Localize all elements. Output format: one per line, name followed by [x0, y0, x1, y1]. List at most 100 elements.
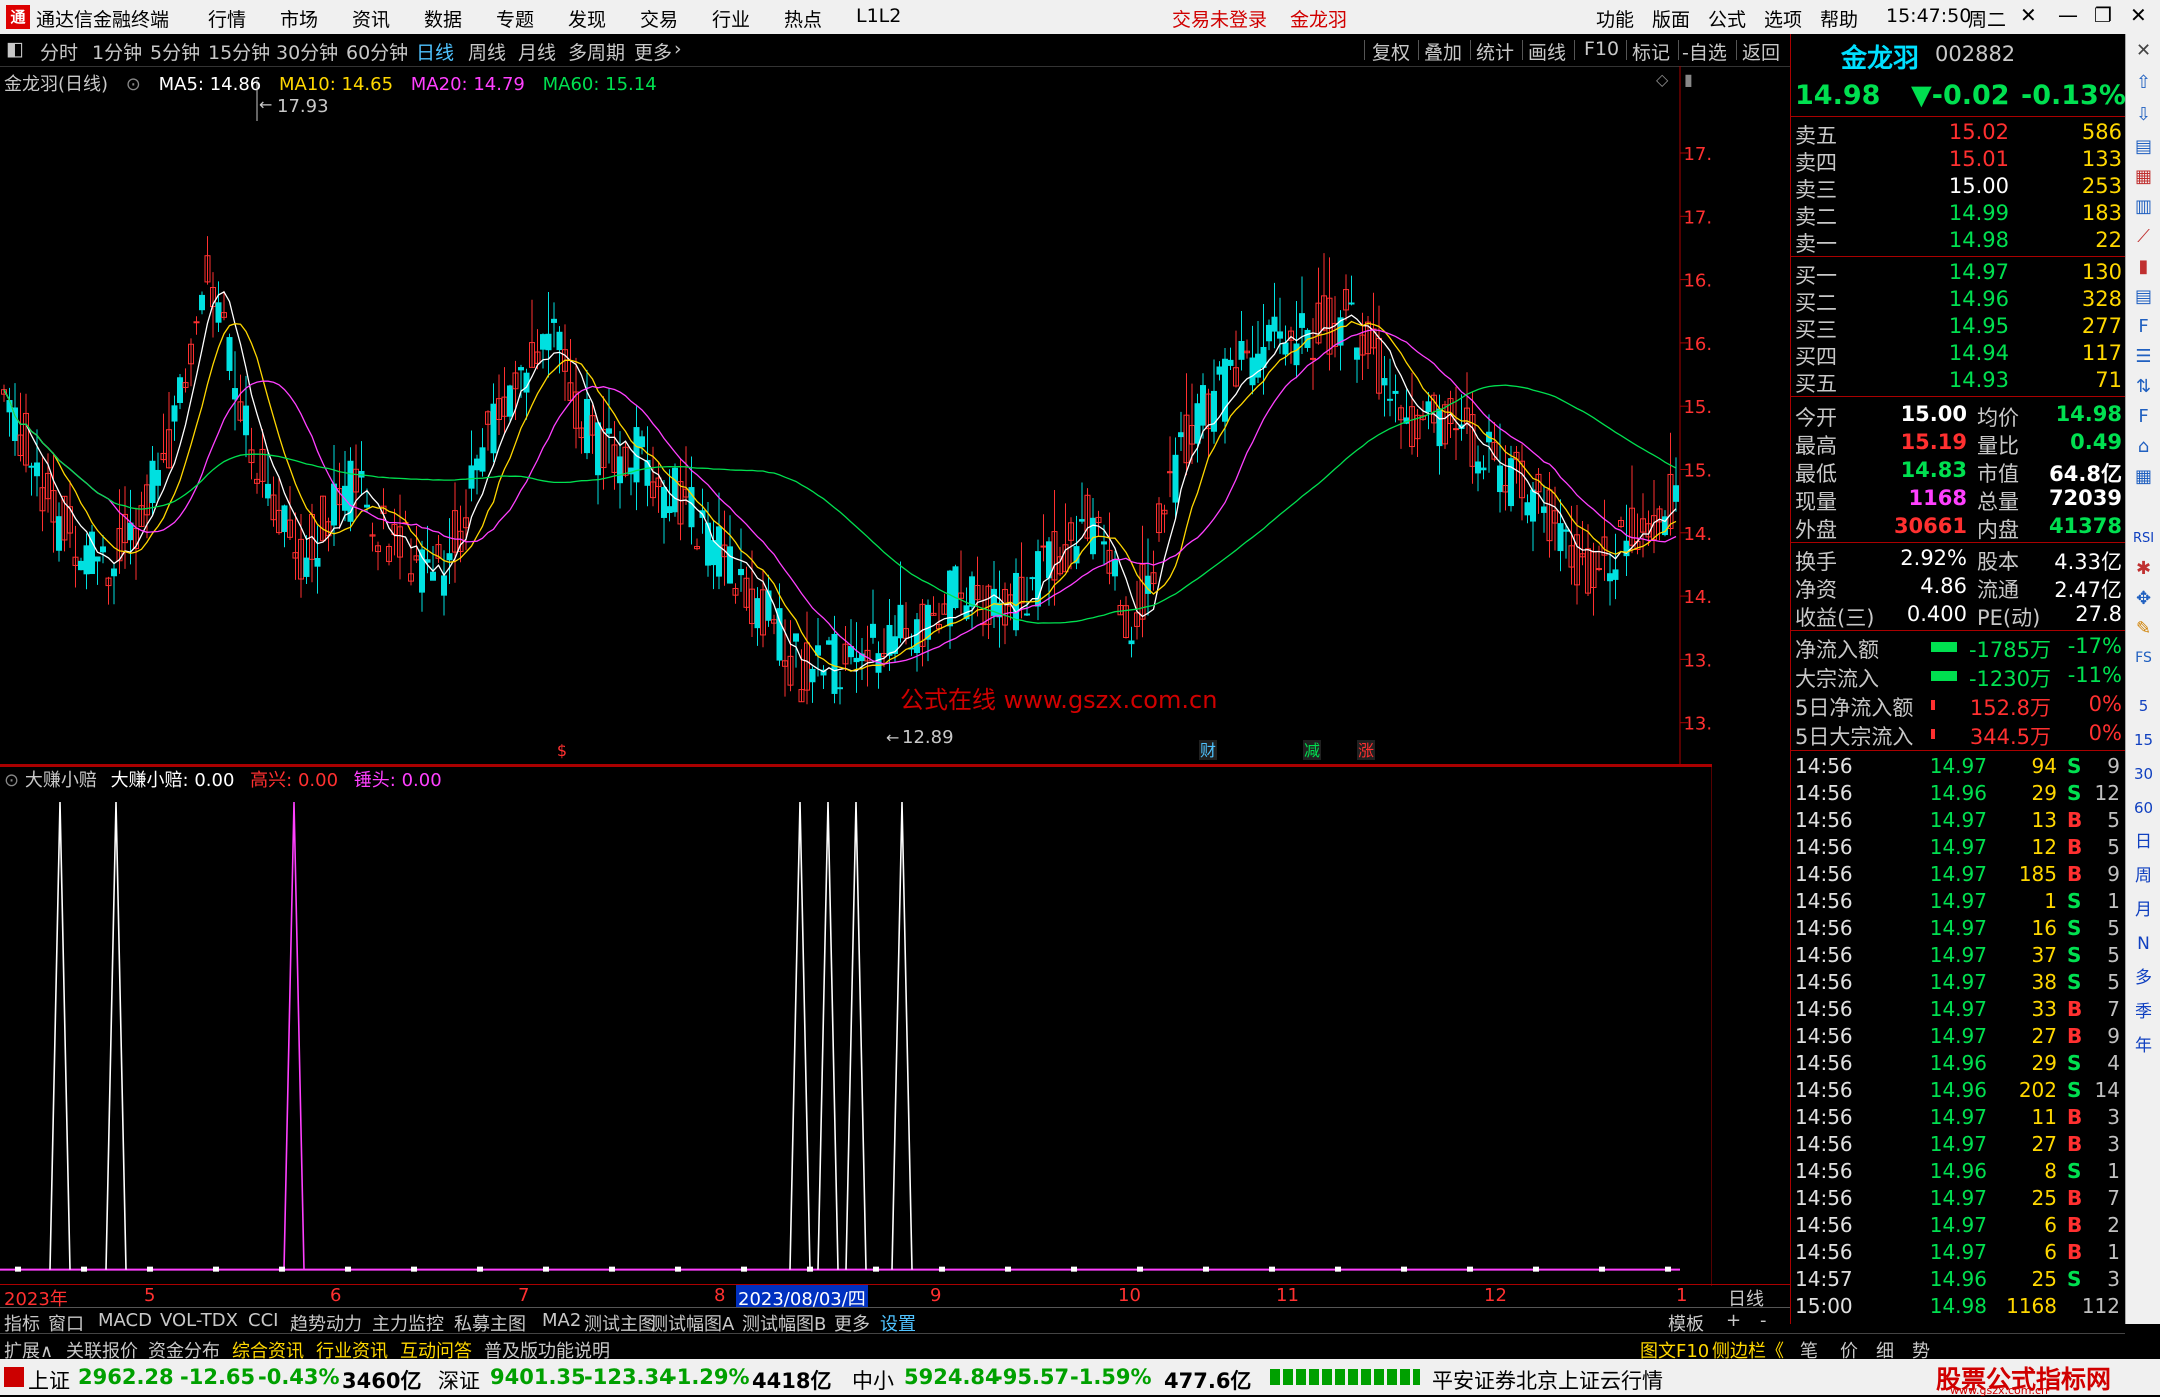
event-marker[interactable]: $ [557, 741, 567, 760]
login-status[interactable]: 交易未登录 [1172, 5, 1267, 32]
book-icon[interactable]: ▤ [2131, 134, 2156, 159]
chart-icon[interactable]: ▦ [2131, 164, 2156, 189]
restore-icon[interactable]: ❐ [2094, 3, 2112, 27]
indicator-chart[interactable]: ⊙ 大赚小赔 大赚小赔: 0.00 高兴: 0.00 锤头: 0.00 1.00… [0, 766, 1712, 1286]
menu-item[interactable]: 发现 [568, 5, 606, 32]
menu-layout[interactable]: 版面 [1652, 5, 1690, 32]
tick-row[interactable]: 14:56 14.97 16 S 5 [1791, 916, 2126, 943]
indicator-tab[interactable]: VOL-TDX [160, 1310, 238, 1331]
tool-watchlist[interactable]: -自选 [1682, 38, 1727, 65]
menu-item[interactable]: 资讯 [352, 5, 390, 32]
tool-f10[interactable]: F10 [1584, 38, 1619, 60]
tick-row[interactable]: 14:56 14.97 185 B 9 [1791, 862, 2126, 889]
menu-item[interactable]: 热点 [784, 5, 822, 32]
f10-icon[interactable]: F [2131, 314, 2156, 339]
tool-stats[interactable]: 统计 [1476, 38, 1514, 65]
bar-icon[interactable]: ▮ [2131, 254, 2156, 279]
ask-row[interactable]: 卖二 14.99 183 [1791, 201, 2126, 230]
tick-row[interactable]: 14:56 14.96 29 S 12 [1791, 781, 2126, 808]
period-daily[interactable]: 日线 [416, 38, 454, 65]
home-icon[interactable]: ⌂ [2131, 434, 2156, 459]
period-n-icon[interactable]: N [2131, 932, 2156, 957]
period-1min[interactable]: 1分钟 [92, 38, 142, 65]
ask-row[interactable]: 卖五 15.02 586 [1791, 120, 2126, 149]
tick-row[interactable]: 14:56 14.97 6 B 1 [1791, 1240, 2126, 1267]
period-month-icon[interactable]: 月 [2131, 898, 2156, 923]
up-icon[interactable]: ⇧ [2131, 70, 2156, 95]
sz-index-name[interactable]: 深证 [438, 1365, 480, 1395]
tick-row[interactable]: 14:56 14.97 37 S 5 [1791, 943, 2126, 970]
sh-index-name[interactable]: 上证 [28, 1365, 70, 1395]
ask-row[interactable]: 卖三 15.00 253 [1791, 174, 2126, 203]
tool-draw[interactable]: 画线 [1528, 38, 1566, 65]
bid-row[interactable]: 买一 14.97 130 [1791, 260, 2126, 289]
period-60min[interactable]: 60分钟 [346, 38, 408, 65]
tick-row[interactable]: 14:56 14.96 29 S 4 [1791, 1051, 2126, 1078]
close-icon[interactable]: ✕ [2131, 38, 2156, 63]
tick-row[interactable]: 14:56 14.97 13 B 5 [1791, 808, 2126, 835]
star-icon[interactable]: ✱ [2131, 556, 2156, 581]
period-multi[interactable]: 多周期 [568, 38, 625, 65]
tool-overlay[interactable]: 叠加 [1424, 38, 1462, 65]
period-monthly[interactable]: 月线 [518, 38, 556, 65]
tick-row[interactable]: 14:56 14.97 94 S 9 [1791, 754, 2126, 781]
menu-function[interactable]: 功能 [1596, 5, 1634, 32]
line-icon[interactable]: ⟋ [2131, 224, 2156, 249]
tick-row[interactable]: 14:56 14.97 33 B 7 [1791, 997, 2126, 1024]
indicator-tab[interactable]: MACD [98, 1310, 152, 1331]
tool-back[interactable]: 返回 [1742, 38, 1780, 65]
period-day-icon[interactable]: 日 [2131, 830, 2156, 855]
tick-row[interactable]: 14:56 14.97 12 B 5 [1791, 835, 2126, 862]
chevron-right-icon[interactable]: › [674, 38, 682, 60]
bid-row[interactable]: 买四 14.94 117 [1791, 341, 2126, 370]
panel-toggle-icon[interactable]: ◧ [6, 38, 24, 60]
tick-row[interactable]: 14:56 14.96 8 S 1 [1791, 1159, 2126, 1186]
pencil-icon[interactable]: ✎ [2131, 616, 2156, 641]
tick-row[interactable]: 14:57 14.96 25 S 3 [1791, 1267, 2126, 1294]
template-tab[interactable]: + [1726, 1310, 1741, 1331]
menu-item[interactable]: 行业 [712, 5, 750, 32]
period-week-icon[interactable]: 周 [2131, 864, 2156, 889]
period-5min[interactable]: 5分钟 [150, 38, 200, 65]
grid-icon[interactable]: ▦ [2131, 464, 2156, 489]
fs-icon[interactable]: FS [2131, 646, 2156, 671]
minimize-icon[interactable]: — [2058, 3, 2078, 27]
bid-row[interactable]: 买五 14.93 71 [1791, 368, 2126, 397]
tool-mark[interactable]: 标记 [1632, 38, 1670, 65]
template-tab[interactable]: - [1760, 1310, 1767, 1331]
tick-row[interactable]: 14:56 14.97 6 B 2 [1791, 1213, 2126, 1240]
tick-row[interactable]: 14:56 14.96 202 S 14 [1791, 1078, 2126, 1105]
move-icon[interactable]: ✥ [2131, 586, 2156, 611]
period-15-icon[interactable]: 15 [2131, 728, 2156, 753]
tick-row[interactable]: 14:56 14.97 27 B 3 [1791, 1132, 2126, 1159]
tick-row[interactable]: 14:56 14.97 27 B 9 [1791, 1024, 2126, 1051]
period-weekly[interactable]: 周线 [468, 38, 506, 65]
ask-row[interactable]: 卖一 14.98 22 [1791, 228, 2126, 257]
indicator-tab[interactable]: CCI [248, 1310, 278, 1331]
bid-row[interactable]: 买二 14.96 328 [1791, 287, 2126, 316]
zx-index-name[interactable]: 中小 [852, 1365, 894, 1395]
table-icon[interactable]: ▤ [2131, 284, 2156, 309]
list-icon[interactable]: ☰ [2131, 344, 2156, 369]
menu-formula[interactable]: 公式 [1708, 5, 1746, 32]
menu-item[interactable]: 交易 [640, 5, 678, 32]
period-multi-icon[interactable]: 多 [2131, 966, 2156, 991]
rsi-icon[interactable]: RSI [2131, 526, 2156, 551]
doc-icon[interactable]: ▥ [2131, 194, 2156, 219]
menu-item[interactable]: 行情 [208, 5, 246, 32]
sort-icon[interactable]: ⇅ [2131, 374, 2156, 399]
period-15min[interactable]: 15分钟 [208, 38, 270, 65]
tick-row[interactable]: 14:56 14.97 25 B 7 [1791, 1186, 2126, 1213]
period-more[interactable]: 更多 [634, 38, 672, 65]
event-marker[interactable]: 涨 [1358, 741, 1374, 760]
menu-item[interactable]: 专题 [496, 5, 534, 32]
period-season-icon[interactable]: 季 [2131, 1000, 2156, 1025]
tick-row[interactable]: 14:56 14.97 1 S 1 [1791, 889, 2126, 916]
period-year-icon[interactable]: 年 [2131, 1034, 2156, 1059]
period-30min[interactable]: 30分钟 [276, 38, 338, 65]
menu-item[interactable]: 数据 [424, 5, 462, 32]
period-30-icon[interactable]: 30 [2131, 762, 2156, 787]
f2-icon[interactable]: F [2131, 404, 2156, 429]
event-marker[interactable]: 财 [1200, 741, 1216, 760]
menu-options[interactable]: 选项 [1764, 5, 1802, 32]
